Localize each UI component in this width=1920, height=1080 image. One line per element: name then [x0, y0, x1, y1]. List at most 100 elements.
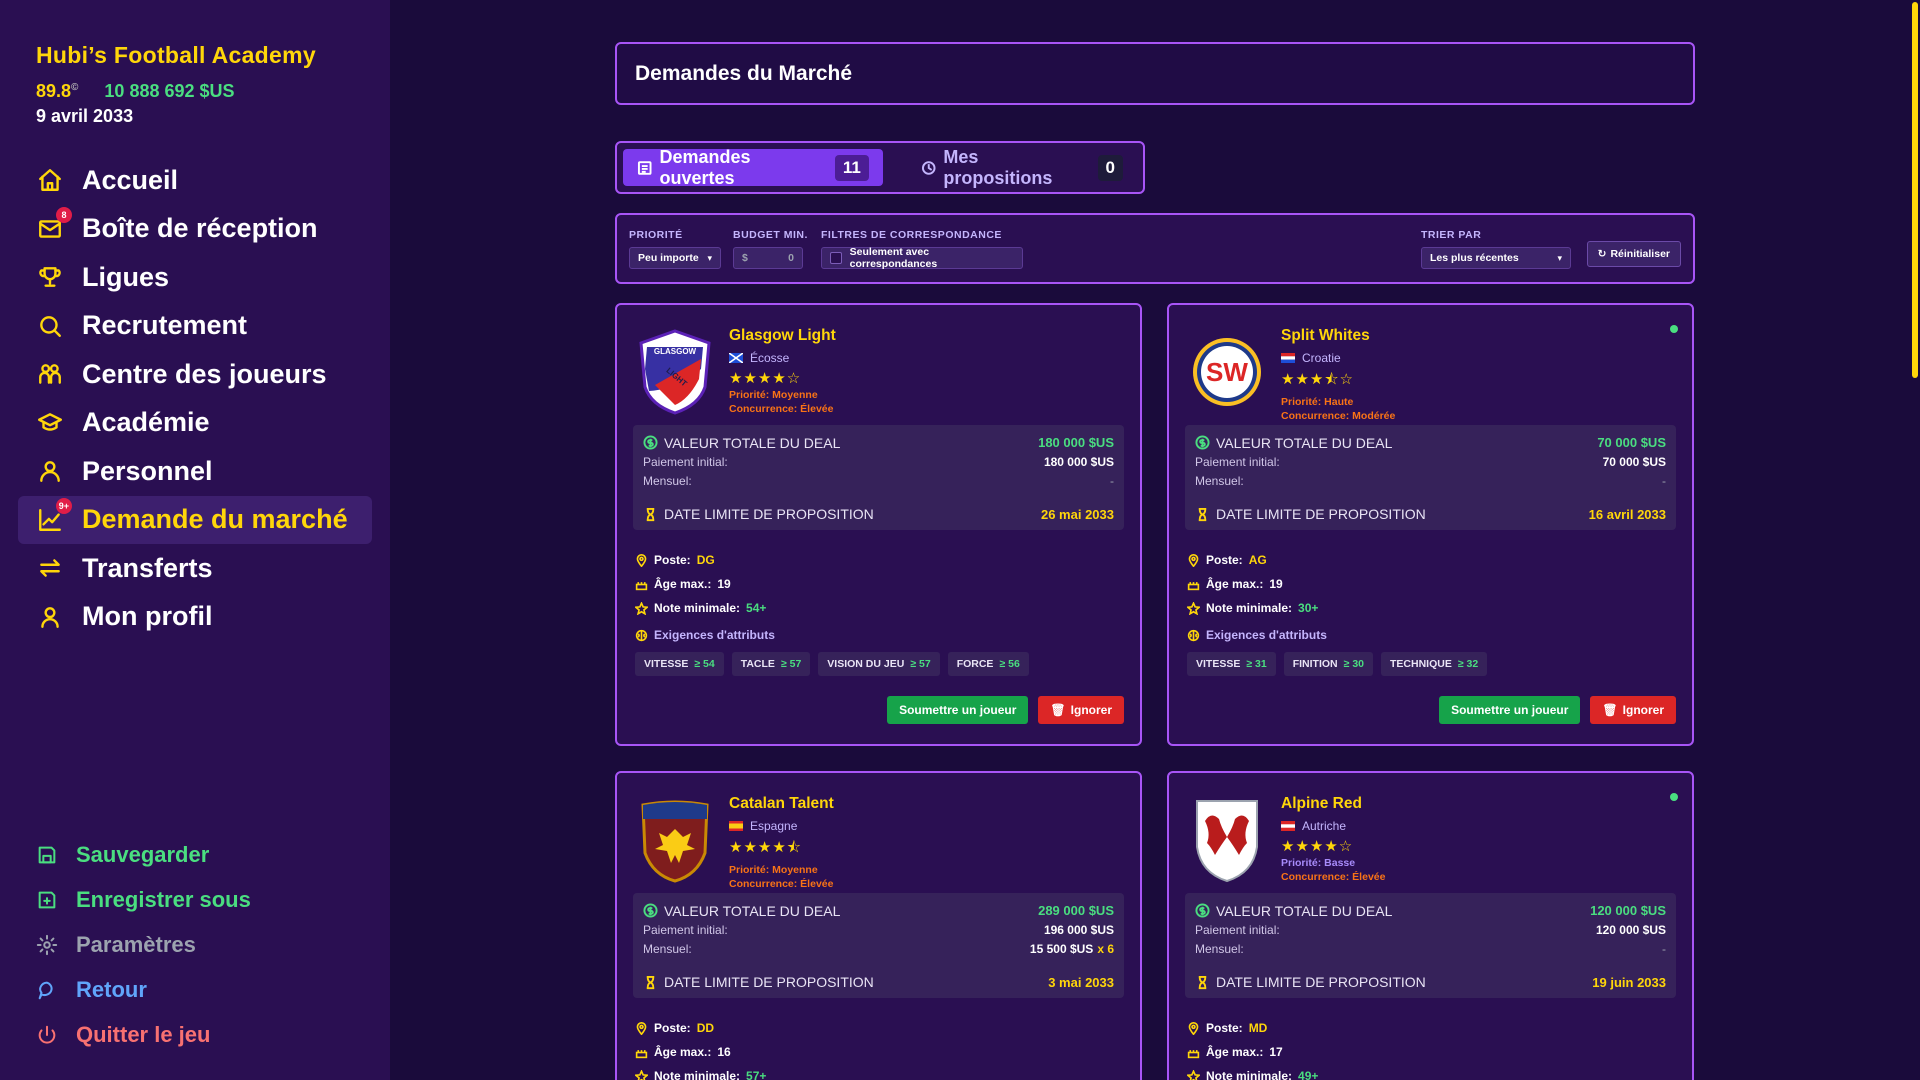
- nav-label: Transferts: [82, 552, 213, 583]
- quit-button[interactable]: Quitter le jeu: [36, 1012, 251, 1057]
- dollar-circle-icon: [643, 903, 658, 918]
- club-name[interactable]: Alpine Red: [1281, 795, 1385, 813]
- crest-text: GLASGOW: [654, 347, 697, 356]
- attribute-threshold: ≥ 57: [910, 658, 931, 670]
- rating-value: 54+: [746, 601, 767, 615]
- nav-item-transferts[interactable]: Transferts: [18, 544, 372, 593]
- deadline-label: DATE LIMITE DE PROPOSITION: [1216, 974, 1426, 990]
- attributes-title: Exigences d'attributs: [635, 628, 1124, 642]
- club-crest-icon: [641, 800, 709, 883]
- deadline-row: DATE LIMITE DE PROPOSITION 3 mai 2033: [643, 972, 1114, 992]
- attributes-label: Exigences d'attributs: [654, 628, 775, 642]
- new-indicator-dot: [1670, 793, 1678, 801]
- position-value: DG: [696, 553, 715, 567]
- card-header: GLASGOW LIGHT Glasgow Light Écosse ★★★★☆…: [617, 305, 1140, 425]
- nav-item-profil[interactable]: Mon profil: [18, 593, 372, 642]
- back-label: Retour: [76, 976, 147, 1002]
- save-button[interactable]: Sauvegarder: [36, 832, 251, 877]
- nav-item-inbox[interactable]: 8 Boîte de réception: [18, 205, 372, 254]
- monthly-label: Mensuel:: [643, 473, 692, 488]
- rating-row: Note minimale: 30+: [1187, 596, 1676, 620]
- location-pin-icon: [1188, 1021, 1199, 1035]
- submit-player-button[interactable]: Soumettre un joueur: [1439, 696, 1581, 724]
- initial-payment-value: 180 000 $US: [1043, 454, 1114, 469]
- players-icon: [36, 360, 64, 388]
- cake-icon: [1187, 1049, 1200, 1058]
- card-header: SW Split Whites Croatie ★★★⯪☆ Priorité: …: [1169, 305, 1692, 425]
- priority-select[interactable]: Peu importe ▾: [629, 247, 721, 269]
- ignore-button[interactable]: 🗑 Ignorer: [1038, 696, 1124, 724]
- reset-button[interactable]: ↻ Réinitialiser: [1586, 241, 1681, 267]
- deal-total-text: VALEUR TOTALE DU DEAL: [664, 902, 841, 919]
- attribute-chip: VITESSE ≥ 54: [635, 652, 724, 676]
- position-row: Poste: MD: [1187, 1016, 1676, 1040]
- monthly-value: 15 500 $US x 6: [1030, 942, 1114, 956]
- deadline-date: 3 mai 2033: [1048, 974, 1114, 990]
- deal-box: VALEUR TOTALE DU DEAL 120 000 $US Paiemen…: [1185, 893, 1676, 998]
- rating-row: Note minimale: 49+: [1187, 1064, 1676, 1080]
- clock-icon: [921, 160, 936, 175]
- club-name[interactable]: Catalan Talent: [729, 795, 834, 813]
- tab-count: 11: [834, 154, 869, 181]
- attribute-chip: FORCE ≥ 56: [947, 652, 1029, 676]
- scrollbar-thumb[interactable]: [1912, 2, 1918, 378]
- club-name[interactable]: Split Whites: [1281, 327, 1395, 345]
- game-date: 9 avril 2033: [36, 106, 134, 126]
- settings-label: Paramètres: [76, 931, 196, 957]
- attribute-threshold: ≥ 56: [999, 658, 1020, 670]
- gear-icon: [36, 934, 58, 955]
- nav-item-recrutement[interactable]: Recrutement: [18, 302, 372, 351]
- cake-icon: [635, 1049, 648, 1058]
- sort-select[interactable]: Les plus récentes ▾: [1421, 247, 1571, 269]
- deadline-label: DATE LIMITE DE PROPOSITION: [664, 974, 874, 990]
- attribute-name: TACLE: [740, 658, 775, 670]
- requirements: Poste: AG Âge max.: 19 Note minimale: 30+ E…: [1169, 530, 1692, 676]
- club-info: Alpine Red Autriche ★★★★☆ Priorité: Bass…: [1281, 795, 1385, 883]
- save-label: Sauvegarder: [76, 841, 210, 867]
- settings-button[interactable]: Paramètres: [36, 922, 251, 967]
- deal-box: VALEUR TOTALE DU DEAL 289 000 $US Paiemen…: [633, 893, 1124, 998]
- deal-box: VALEUR TOTALE DU DEAL 70 000 $US Paiement…: [1185, 425, 1676, 530]
- scotland-flag-icon: [729, 353, 743, 363]
- position-row: Poste: AG: [1187, 548, 1676, 572]
- nav-item-demande-marche[interactable]: 9+ Demande du marché: [18, 495, 372, 544]
- location-pin-icon: [636, 1021, 647, 1035]
- position-value: DD: [696, 1021, 715, 1035]
- card-actions: Soumettre un joueur 🗑 Ignorer: [617, 676, 1140, 742]
- country-name: Écosse: [750, 351, 790, 365]
- age-value: 19: [717, 577, 731, 591]
- request-card: GLASGOW LIGHT Glasgow Light Écosse ★★★★☆…: [615, 303, 1142, 746]
- market-badge: 9+: [55, 497, 72, 514]
- tab-open-requests[interactable]: Demandes ouvertes 11: [623, 147, 883, 188]
- tab-my-proposals[interactable]: Mes propositions 0: [907, 147, 1137, 188]
- nav-label: Recrutement: [82, 310, 248, 341]
- position-label: Poste:: [654, 553, 691, 567]
- submit-player-button[interactable]: Soumettre un joueur: [887, 696, 1029, 724]
- age-row: Âge max.: 16: [635, 1040, 1124, 1064]
- attribute-chip: VISION DU JEU ≥ 57: [818, 652, 940, 676]
- power-icon: [38, 1025, 56, 1044]
- ignore-button[interactable]: 🗑 Ignorer: [1590, 696, 1676, 724]
- age-row: Âge max.: 19: [1187, 572, 1676, 596]
- initial-payment-label: Paiement initial:: [643, 922, 728, 937]
- nav-item-personnel[interactable]: Personnel: [18, 447, 372, 496]
- nav-label: Ligues: [82, 261, 170, 292]
- nav-item-ligues[interactable]: Ligues: [18, 253, 372, 302]
- nav-item-centre-joueurs[interactable]: Centre des joueurs: [18, 350, 372, 399]
- cake-icon: [635, 581, 648, 590]
- nav-item-academie[interactable]: Académie: [18, 399, 372, 448]
- save-as-button[interactable]: Enregistrer sous: [36, 877, 251, 922]
- priority-filter-label: PRIORITÉ: [629, 229, 683, 241]
- nav-item-accueil[interactable]: Accueil: [18, 156, 372, 205]
- club-name[interactable]: Glasgow Light: [729, 327, 836, 345]
- attribute-name: TECHNIQUE: [1390, 658, 1452, 670]
- match-only-checkbox[interactable]: Seulement avec correspondances: [821, 246, 1023, 270]
- initial-payment-value: 70 000 $US: [1602, 454, 1666, 469]
- card-actions: Soumettre un joueur 🗑 Ignorer: [1169, 676, 1692, 742]
- scrollbar[interactable]: [1908, 0, 1920, 1080]
- budget-input[interactable]: $0: [733, 247, 803, 269]
- back-button[interactable]: Retour: [36, 967, 251, 1012]
- page-title: Demandes du Marché: [635, 61, 853, 85]
- nav-label: Centre des joueurs: [82, 358, 327, 389]
- initial-payment-label: Paiement initial:: [643, 454, 728, 469]
